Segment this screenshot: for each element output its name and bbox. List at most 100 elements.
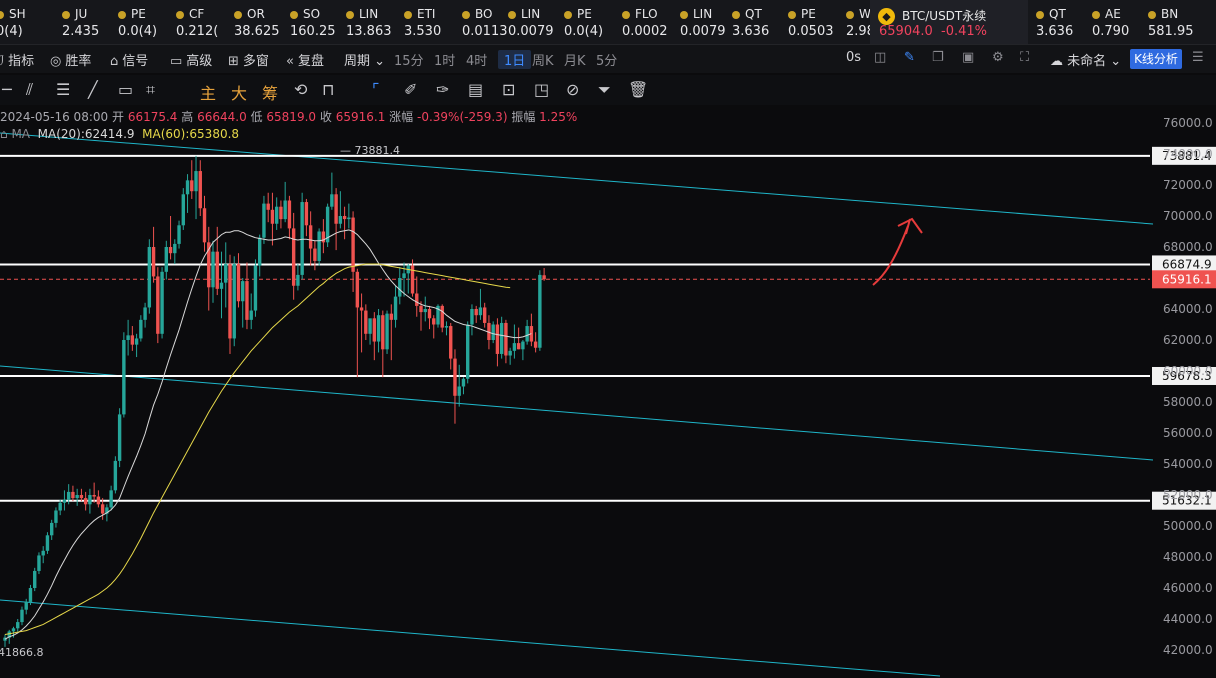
ticker-6[interactable]: LIN 13.863 [346,0,404,44]
parallel-lines-icon[interactable]: ☰ [56,80,70,99]
candle-body [432,318,436,325]
cloud-icon: ☁ [1050,54,1063,69]
y-tick-label-1: 74000.0 [1163,147,1213,161]
ticker-name: PE [564,7,592,21]
interval-1[interactable]: 1时 [434,50,455,69]
candle-body [258,237,262,266]
trash-icon[interactable]: 🗑 [628,80,648,99]
coin-icon [788,10,796,19]
layout-name-dropdown[interactable]: ☁ 未命名 ⌄ [1050,50,1121,69]
rewind-icon: « [286,54,294,69]
advanced-button[interactable]: ▭ 高级 [170,50,212,69]
interval-5[interactable]: 月K [564,50,586,69]
period-dropdown[interactable]: 周期 ⌄ [344,50,385,69]
tool-main[interactable]: 主 [200,80,216,104]
candle-body [249,310,253,320]
fullscreen-icon[interactable]: ⛶ [1020,50,1029,65]
pen-icon[interactable]: ✎ [904,50,915,65]
multi-window-button[interactable]: ⊞ 多窗 [228,50,269,69]
ticker-5[interactable]: SO 160.25 [290,0,348,44]
candle-body [75,495,79,499]
candle-body [219,282,224,289]
candle-body [253,265,258,311]
candle-body [499,322,504,354]
tool-chips[interactable]: 筹 [262,80,278,104]
menu-icon[interactable]: ☰ [1192,50,1204,65]
ticker-bar: SH 0(4) JU 2.435 PE 0.0(4) CF 0.212(OR 38.625 SO 1… [0,0,1216,45]
ma-settings-icon[interactable]: ⌂ [0,127,8,141]
text-tool-icon[interactable]: ⌗ [146,80,155,100]
candle-body [79,495,84,499]
amplitude-value: 1.25% [539,110,578,124]
magnet-icon[interactable]: ⊓ [322,80,334,99]
trend-line-icon[interactable]: ╱ [88,80,98,99]
interval-6[interactable]: 5分 [596,50,617,69]
interval-0[interactable]: 15分 [394,50,424,69]
ticker-0[interactable]: SH 0(4) [0,0,54,44]
pencil-icon[interactable]: ✐ [404,80,417,99]
interval-3[interactable]: 1日 [498,50,532,69]
ticker-14[interactable]: PE 0.0503 [788,0,846,44]
ticker-3[interactable]: CF 0.212( [176,0,234,44]
candle-body [296,274,300,286]
ticker-right-1[interactable]: AE 0.790 [1092,0,1150,44]
candle-body [504,322,508,356]
candle-body [533,341,538,348]
ticker-9[interactable]: LIN 0.0079 [508,0,566,44]
ticker-13[interactable]: QT 3.636 [732,0,790,44]
ticker-7[interactable]: ETI 3.530 [404,0,462,44]
active-ticker-tab[interactable]: ◆ BTC/USDT永续 65904.0 -0.41% [870,0,1028,44]
countdown-timer: 0s [846,50,862,65]
horizontal-line-tool-icon[interactable]: ─ [2,80,12,99]
candle-body [232,264,236,339]
win-rate-button[interactable]: ◎ 胜率 [50,50,91,69]
ruler-icon[interactable]: ▤ [468,80,483,99]
indicators-button[interactable]: ℐ 指标 [0,50,34,69]
ticker-1[interactable]: JU 2.435 [62,0,120,44]
low-annotation: 41866.8 [0,646,44,659]
tool-big[interactable]: 大 [231,80,247,104]
interval-2[interactable]: 4时 [466,50,487,69]
coin-icon [234,10,242,19]
ticker-2[interactable]: PE 0.0(4) [118,0,176,44]
candle-body [228,264,232,339]
replay-button[interactable]: «复盘 [286,50,324,69]
auto-draw-icon[interactable]: ⟲ [294,80,307,99]
lock-icon[interactable]: ⊡ [502,80,515,99]
ticker-4[interactable]: OR 38.625 [234,0,292,44]
measure-icon[interactable]: ⊘ [566,80,579,99]
candle-body [415,293,419,306]
candle-body [266,203,270,210]
candlestick-chart[interactable]: 73881.466874.959678.351632.176000.074000… [0,105,1216,678]
select-cursor-icon[interactable]: ⌜ [372,80,380,99]
candle-body [516,343,521,350]
rectangle-icon[interactable]: ▭ [118,80,133,99]
ticker-10[interactable]: PE 0.0(4) [564,0,622,44]
signal-button[interactable]: ⌂ 信号 [110,50,148,69]
candle-body [41,550,45,556]
kline-analysis-button[interactable]: K线分析 [1130,49,1182,69]
level-label-1: 66874.9 [1162,257,1212,271]
ticker-11[interactable]: FLO 0.0002 [622,0,680,44]
candle-body [109,490,113,508]
brush-icon[interactable]: ✑ [436,80,449,99]
filter-icon[interactable]: ⏷ [598,80,611,100]
window-icon[interactable]: ❐ [932,50,944,65]
coin-icon [1036,10,1044,19]
ticker-right-2[interactable]: BN 581.95 [1148,0,1206,44]
eye-icon[interactable]: ◳ [534,80,549,99]
ticker-right-0[interactable]: QT 3.636 [1036,0,1094,44]
camera-icon[interactable]: ◫ [874,50,886,65]
y-tick-label-2: 72000.0 [1163,178,1213,192]
ticker-price: 2.435 [62,24,100,39]
active-ticker-name: BTC/USDT永续 [902,9,987,23]
candle-body [453,358,457,396]
settings-icon[interactable]: ⚙ [992,50,1004,65]
template-icon[interactable]: ▣ [962,50,974,65]
interval-4[interactable]: 周K [532,50,554,69]
ticker-price: 0.0(4) [564,24,604,39]
candle-body [402,273,406,278]
ticker-12[interactable]: LIN 0.0079 [680,0,738,44]
ray-tool-icon[interactable]: ⫽ [26,80,33,100]
coin-icon [680,10,688,19]
